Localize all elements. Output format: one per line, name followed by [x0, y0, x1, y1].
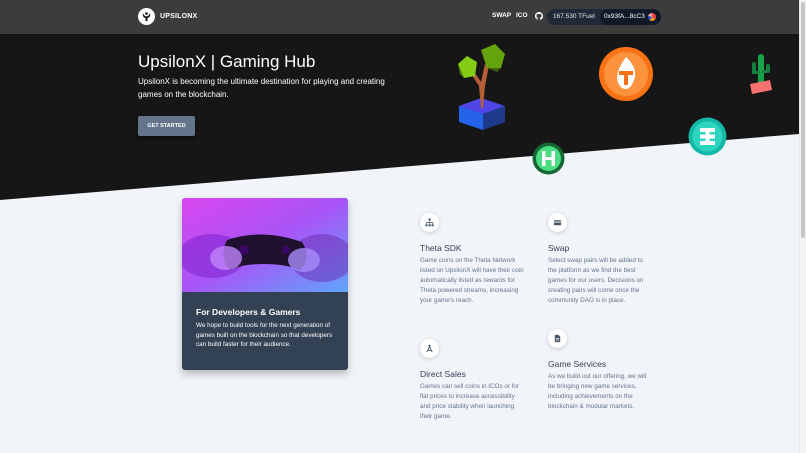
upsilon-logo-icon	[138, 8, 155, 25]
service-text-direct-sales: Games can sell coins in ICOs or for flat…	[420, 383, 520, 420]
compass-icon	[420, 339, 439, 358]
card-title: For Developers & Gamers	[196, 307, 301, 317]
brand-home-link[interactable]: UPSILONX	[138, 8, 197, 25]
wallet-address: 0x93fA...8cC3	[604, 12, 645, 20]
theta-coin-icon	[688, 117, 727, 156]
card-text: We hope to build tools for the next gene…	[196, 322, 333, 349]
card-icon	[548, 213, 567, 232]
brand-name: UPSILONX	[160, 13, 198, 20]
tree-3d-icon	[458, 44, 505, 130]
navbar: UPSILONX SWAP ICO 167.530 TFuel 0x93fA..…	[0, 0, 799, 34]
get-started-button[interactable]: GET STARTED	[138, 116, 195, 136]
nav-link-ico[interactable]: ICO	[516, 12, 528, 19]
service-title-game-services: Game Services	[548, 359, 607, 369]
wallet-balance: 167.530 TFuel	[553, 12, 595, 20]
service-text-swap: Select swap pairs will be added to the p…	[548, 257, 644, 304]
sitemap-icon	[420, 213, 439, 232]
github-icon[interactable]	[535, 12, 543, 20]
tfuel-coin-icon	[599, 47, 653, 101]
h-coin-icon	[532, 142, 565, 175]
hero-description: UpsilonX is becoming the ultimate destin…	[138, 77, 385, 99]
scrollbar-thumb[interactable]	[801, 2, 805, 238]
cactus-3d-icon	[750, 54, 772, 94]
service-title-theta-sdk: Theta SDK	[420, 243, 462, 253]
file-icon	[548, 329, 567, 348]
service-text-game-services: As we build out our offering, we will be…	[548, 373, 647, 410]
service-title-direct-sales: Direct Sales	[420, 369, 466, 379]
service-title-swap: Swap	[548, 243, 570, 253]
hero-title: UpsilonX | Gaming Hub	[138, 52, 316, 71]
hero-section	[0, 34, 799, 200]
wallet-avatar-icon	[648, 13, 656, 21]
feature-card: For Developers & Gamers We hope to build…	[182, 198, 348, 370]
page-scrollbar[interactable]	[799, 0, 806, 453]
nav-link-swap[interactable]: SWAP	[492, 12, 511, 19]
gamepad-photo	[182, 198, 348, 292]
service-text-theta-sdk: Game coins on the Theta Network listed o…	[420, 257, 524, 304]
